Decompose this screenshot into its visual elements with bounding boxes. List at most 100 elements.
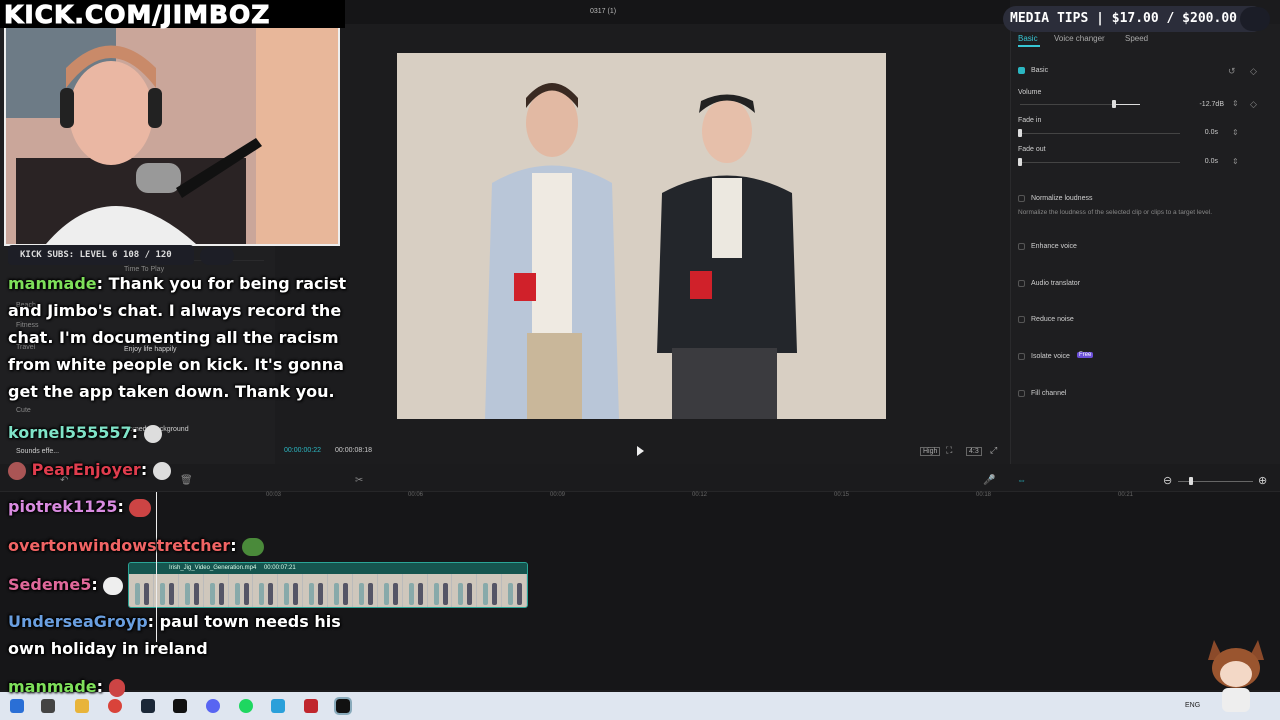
fade-out-slider[interactable] bbox=[1020, 162, 1180, 163]
telegram-icon[interactable] bbox=[271, 699, 285, 713]
zoom-in-icon[interactable]: ⊕ bbox=[1258, 474, 1267, 487]
zoom-out-icon[interactable]: ⊖ bbox=[1163, 474, 1172, 487]
fill-channel-checkbox[interactable] bbox=[1018, 390, 1025, 397]
anime-mascot-icon bbox=[1208, 640, 1264, 712]
ruler-tick: 00:06 bbox=[408, 492, 424, 498]
terminal-icon[interactable] bbox=[173, 699, 187, 713]
capcut-icon[interactable] bbox=[334, 697, 352, 715]
reduce-noise-label: Reduce noise bbox=[1031, 316, 1074, 323]
clip-thumbnails bbox=[129, 574, 527, 607]
stepper-icon[interactable]: ⇕ bbox=[1232, 128, 1239, 137]
adobe-icon[interactable] bbox=[304, 699, 318, 713]
video-clip[interactable]: Irish_Jig_Video_Generation.mp4 00:00:07:… bbox=[128, 562, 528, 608]
ruler-tick: 00:18 bbox=[976, 492, 992, 498]
split-icon[interactable]: ✂ bbox=[355, 475, 363, 486]
timeline-ruler: 00:03 00:06 00:09 00:12 00:15 00:18 00:2… bbox=[120, 492, 1280, 504]
emote-icon bbox=[108, 678, 125, 697]
taskbar: ENG bbox=[0, 692, 1280, 720]
media-tips-text: MEDIA TIPS | $17.00 / $200.00 bbox=[1010, 11, 1237, 26]
play-icon[interactable] bbox=[637, 446, 644, 456]
goal-mascot-icon bbox=[200, 247, 234, 265]
basic-section-title: Basic bbox=[1031, 67, 1049, 74]
volume-label: Volume bbox=[1018, 89, 1042, 96]
tab-voice-changer[interactable]: Voice changer bbox=[1054, 34, 1105, 43]
clip-name: Irish_Jig_Video_Generation.mp4 bbox=[169, 565, 257, 571]
screen: { "editor": { "window_title": "0317 (1)"… bbox=[0, 0, 1280, 720]
track-item[interactable]: Enjoy life happily bbox=[124, 346, 177, 353]
window-title: 0317 (1) bbox=[590, 8, 617, 15]
discord-icon[interactable] bbox=[206, 699, 220, 713]
chat-text: : bbox=[140, 460, 148, 479]
timecode-total: 00:00:08:18 bbox=[335, 447, 372, 454]
chat-username: kornel555557 bbox=[8, 423, 132, 442]
stepper-icon[interactable]: ⇕ bbox=[1232, 99, 1239, 108]
normalize-label: Normalize loudness bbox=[1031, 195, 1093, 202]
fade-out-value[interactable]: 0.0s bbox=[1190, 158, 1218, 165]
isolate-voice-checkbox[interactable] bbox=[1018, 353, 1025, 360]
clip-duration: 00:00:07:21 bbox=[263, 565, 296, 571]
reduce-noise-checkbox[interactable] bbox=[1018, 316, 1025, 323]
media-tips-goal: MEDIA TIPS | $17.00 / $200.00 bbox=[1003, 6, 1265, 32]
chat-message: manmade: bbox=[8, 677, 125, 697]
enhance-voice-label: Enhance voice bbox=[1031, 243, 1077, 250]
enhance-voice-checkbox[interactable] bbox=[1018, 243, 1025, 250]
webcam-feed bbox=[4, 26, 340, 246]
file-explorer-icon[interactable] bbox=[75, 699, 89, 713]
chat-text: : bbox=[96, 677, 104, 696]
keyframe-icon[interactable]: ◇ bbox=[1250, 99, 1257, 110]
link-icon[interactable]: ⇔ bbox=[1017, 475, 1026, 485]
video-preview[interactable] bbox=[397, 53, 886, 419]
steam-icon[interactable] bbox=[141, 699, 155, 713]
audio-translator-checkbox[interactable] bbox=[1018, 280, 1025, 287]
fullscreen-icon[interactable]: ⤢ bbox=[990, 445, 997, 456]
pepe-emote-icon bbox=[242, 537, 265, 556]
stepper-icon[interactable]: ⇕ bbox=[1232, 157, 1239, 166]
fade-in-knob[interactable] bbox=[1018, 129, 1022, 137]
chat-username: overtonwindowstretcher bbox=[8, 536, 231, 555]
fade-in-value[interactable]: 0.0s bbox=[1190, 129, 1218, 136]
chat-username: UnderseaGroyp bbox=[8, 612, 148, 631]
channel-url: KICK.COM/JIMBOZ bbox=[3, 0, 271, 30]
volume-value[interactable]: -12.7dB bbox=[1196, 101, 1224, 108]
library-item[interactable]: Sounds effe... bbox=[16, 448, 59, 455]
tab-basic[interactable]: Basic bbox=[1018, 34, 1038, 43]
chat-username: Sedeme5 bbox=[8, 575, 92, 594]
task-view-icon[interactable] bbox=[41, 699, 55, 713]
chat-text: : paul town needs his bbox=[147, 612, 341, 631]
chrome-icon[interactable] bbox=[108, 699, 122, 713]
start-icon[interactable] bbox=[10, 699, 24, 713]
fullscreen-fit-icon[interactable]: ⛶ bbox=[946, 445, 952, 456]
emote-icon bbox=[143, 424, 162, 443]
language-indicator[interactable]: ENG bbox=[1185, 702, 1200, 709]
tab-speed[interactable]: Speed bbox=[1125, 34, 1148, 43]
library-item[interactable]: Cute bbox=[16, 407, 31, 414]
chat-username: manmade bbox=[8, 677, 97, 696]
fade-out-label: Fade out bbox=[1018, 146, 1046, 153]
fade-out-knob[interactable] bbox=[1018, 158, 1022, 166]
chat-text-line: chat. I'm documenting all the racism bbox=[8, 328, 339, 347]
keyframe-icon[interactable]: ◇ bbox=[1250, 66, 1257, 77]
fade-in-label: Fade in bbox=[1018, 117, 1042, 124]
chat-text-line: and Jimbo's chat. I always record the bbox=[8, 301, 342, 320]
emote-icon bbox=[103, 576, 124, 595]
spotify-icon[interactable] bbox=[239, 699, 253, 713]
delete-icon[interactable]: 🗑 bbox=[180, 475, 193, 486]
library-item[interactable]: Time To Play bbox=[124, 266, 164, 273]
chat-text-line: own holiday in ireland bbox=[8, 639, 208, 658]
ratio-button[interactable]: 4:3 bbox=[966, 447, 982, 456]
chat-username: piotrek1125 bbox=[8, 497, 118, 516]
emote-icon bbox=[152, 461, 171, 480]
chat-username: manmade bbox=[8, 274, 97, 293]
chat-text-line: get the app taken down. Thank you. bbox=[8, 382, 335, 401]
microphone-icon[interactable]: 🎤 bbox=[983, 475, 995, 486]
isolate-voice-label: Isolate voice bbox=[1031, 353, 1070, 360]
quality-button[interactable]: High bbox=[920, 447, 941, 456]
normalize-checkbox[interactable] bbox=[1018, 195, 1025, 202]
chat-text: : bbox=[230, 536, 237, 555]
audio-translator-label: Audio translator bbox=[1031, 280, 1081, 287]
basic-checkbox[interactable] bbox=[1018, 67, 1025, 74]
zoom-knob[interactable] bbox=[1189, 477, 1193, 485]
reset-icon[interactable]: ↺ bbox=[1228, 66, 1236, 77]
fade-in-slider[interactable] bbox=[1020, 133, 1180, 134]
ruler-tick: 00:09 bbox=[550, 492, 566, 498]
